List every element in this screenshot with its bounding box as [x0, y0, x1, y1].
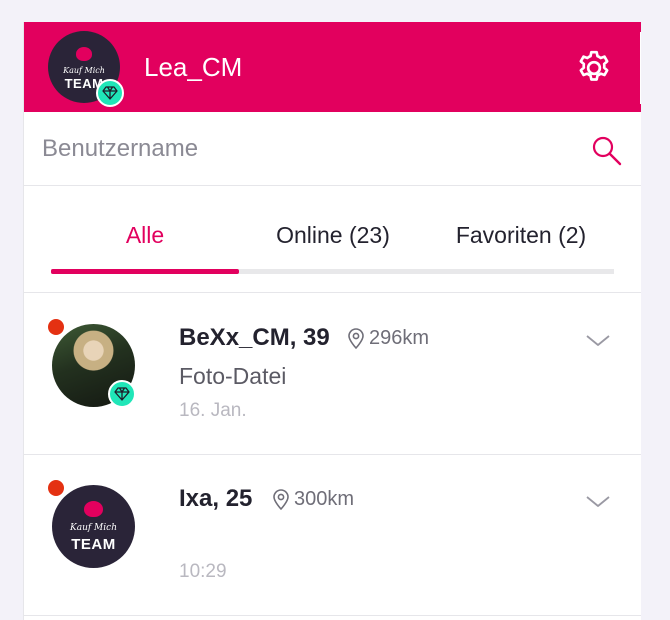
chevron-down-icon [586, 335, 610, 346]
header-username: Lea_CM [144, 52, 243, 82]
expand-button[interactable] [584, 491, 612, 511]
chat-list-panel: Kauf Mich TEAM Lea_CM Alle Online (2 [23, 22, 641, 620]
pig-logo-icon [76, 47, 92, 61]
search-bar [24, 112, 641, 186]
filter-tabs: Alle Online (23) Favoriten (2) [24, 186, 641, 293]
tab-favoriten[interactable]: Favoriten (2) [427, 222, 615, 249]
online-status-dot [48, 480, 64, 496]
location-pin-icon [348, 327, 364, 349]
contact-name: Ixa, 25 [179, 485, 253, 512]
search-icon [592, 136, 622, 166]
settings-button[interactable] [573, 47, 615, 89]
tab-alle[interactable]: Alle [51, 222, 239, 249]
contact-location: 300km [272, 488, 354, 511]
expand-button[interactable] [584, 330, 612, 350]
diamond-icon [114, 387, 130, 401]
app-header: Kauf Mich TEAM Lea_CM [24, 22, 641, 112]
avatar-logo-script: Kauf Mich [69, 523, 117, 533]
avatar-logo-team: TEAM [71, 536, 116, 553]
contact-avatar[interactable]: Kauf Mich TEAM [52, 485, 135, 568]
message-time: 10:29 [179, 561, 227, 582]
avatar-logo-script: Kauf Mich [63, 66, 105, 75]
conversation-row[interactable]: Kauf Mich TEAM Ixa, 25 300km 10:29 [24, 455, 641, 616]
diamond-icon [102, 86, 118, 100]
contact-name: BeXx_CM, 39 [179, 324, 330, 351]
online-status-dot [48, 319, 64, 335]
message-time: 16. Jan. [179, 400, 247, 421]
location-pin-icon [273, 488, 289, 510]
header-divider [640, 32, 641, 104]
gear-icon [579, 50, 609, 81]
last-message: Foto-Datei [179, 363, 287, 389]
conversation-row[interactable]: BeXx_CM, 39 296km Foto-Datei 16. Jan. [24, 294, 641, 455]
contact-distance: 300km [294, 488, 355, 510]
premium-badge [108, 380, 136, 408]
contact-location: 296km [347, 327, 429, 350]
tab-online[interactable]: Online (23) [239, 222, 427, 249]
chevron-down-icon [586, 496, 610, 507]
premium-badge [96, 79, 124, 107]
tab-active-indicator [51, 269, 239, 274]
search-button[interactable] [590, 134, 624, 168]
pig-logo-icon [84, 501, 103, 517]
search-input[interactable] [42, 132, 562, 166]
contact-distance: 296km [369, 327, 430, 349]
